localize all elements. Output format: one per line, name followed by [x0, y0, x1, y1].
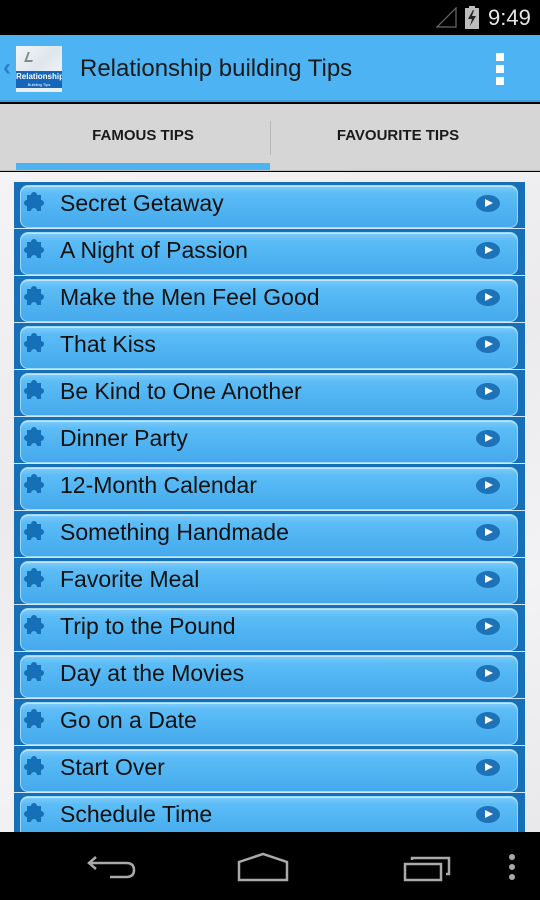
tip-list-item[interactable]: A Night of Passion	[14, 229, 525, 276]
status-bar: 9:49	[0, 0, 540, 35]
overflow-menu-icon[interactable]	[496, 53, 504, 85]
puzzle-piece-icon	[24, 568, 44, 587]
puzzle-piece-icon	[24, 286, 44, 305]
tip-title: Trip to the Pound	[60, 613, 236, 639]
tab-famous-tips[interactable]: FAMOUS TIPS	[16, 104, 270, 171]
tip-title: A Night of Passion	[60, 237, 248, 263]
puzzle-piece-icon	[24, 192, 44, 211]
tip-list-item[interactable]: Start Over	[14, 746, 525, 793]
play-arrow-icon[interactable]	[476, 759, 500, 776]
tip-title: That Kiss	[60, 331, 156, 357]
app-logo[interactable]: Relationship Building Tips	[16, 46, 62, 92]
tab-selected-indicator	[16, 163, 270, 170]
play-arrow-icon[interactable]	[476, 806, 500, 823]
menu-icon[interactable]	[505, 852, 519, 884]
tip-title: Schedule Time	[60, 801, 213, 827]
recent-apps-icon[interactable]	[402, 854, 452, 882]
tab-bar: FAMOUS TIPS FAVOURITE TIPS	[0, 104, 540, 171]
tips-list: Secret Getaway A Night of Passion Make the…	[14, 182, 525, 832]
puzzle-piece-icon	[24, 615, 44, 634]
logo-text-title: Relationship	[16, 72, 62, 81]
home-icon[interactable]	[236, 852, 290, 882]
puzzle-piece-icon	[24, 709, 44, 728]
play-arrow-icon[interactable]	[476, 571, 500, 588]
puzzle-piece-icon	[24, 662, 44, 681]
tip-title: 12-Month Calendar	[60, 472, 257, 498]
puzzle-piece-icon	[24, 427, 44, 446]
play-arrow-icon[interactable]	[476, 336, 500, 353]
puzzle-piece-icon	[24, 239, 44, 258]
puzzle-piece-icon	[24, 474, 44, 493]
puzzle-piece-icon	[24, 803, 44, 822]
tip-list-item[interactable]: Schedule Time	[14, 793, 525, 832]
clock: 9:49	[488, 5, 531, 30]
play-arrow-icon[interactable]	[476, 383, 500, 400]
play-arrow-icon[interactable]	[476, 430, 500, 447]
puzzle-piece-icon	[24, 756, 44, 775]
tip-list-item[interactable]: Favorite Meal	[14, 558, 525, 605]
tip-title: Day at the Movies	[60, 660, 245, 686]
puzzle-piece-icon	[24, 380, 44, 399]
tip-list-item[interactable]: Day at the Movies	[14, 652, 525, 699]
tip-list-item[interactable]: Make the Men Feel Good	[14, 276, 525, 323]
play-arrow-icon[interactable]	[476, 477, 500, 494]
logo-text-subtitle: Building Tips	[27, 82, 51, 87]
play-arrow-icon[interactable]	[476, 195, 500, 212]
tab-label: FAMOUS TIPS	[92, 127, 194, 144]
tip-title: Make the Men Feel Good	[60, 284, 320, 310]
tip-list-item[interactable]: Something Handmade	[14, 511, 525, 558]
tip-title: Secret Getaway	[60, 190, 224, 216]
action-bar: ‹ Relationship Building Tips Relationshi…	[0, 35, 540, 102]
logo-photo	[16, 46, 62, 71]
puzzle-piece-icon	[24, 521, 44, 540]
tip-title: Favorite Meal	[60, 566, 200, 592]
battery-charging-icon	[465, 6, 479, 29]
up-caret-icon[interactable]: ‹	[3, 55, 11, 81]
tip-title: Start Over	[60, 754, 165, 780]
tip-title: Something Handmade	[60, 519, 289, 545]
back-icon[interactable]	[86, 854, 138, 880]
play-arrow-icon[interactable]	[476, 665, 500, 682]
tips-list-container[interactable]: Secret Getaway A Night of Passion Make the…	[0, 172, 540, 832]
play-arrow-icon[interactable]	[476, 712, 500, 729]
tip-title: Dinner Party	[60, 425, 188, 451]
signal-icon	[436, 7, 457, 28]
logo-band: Relationship Building Tips	[16, 71, 62, 88]
tip-list-item[interactable]: 12-Month Calendar	[14, 464, 525, 511]
tab-label: FAVOURITE TIPS	[336, 127, 460, 144]
tip-title: Go on a Date	[60, 707, 197, 733]
tip-list-item[interactable]: Secret Getaway	[14, 182, 525, 229]
tip-title: Be Kind to One Another	[60, 378, 302, 404]
play-arrow-icon[interactable]	[476, 618, 500, 635]
tip-list-item[interactable]: That Kiss	[14, 323, 525, 370]
page-title: Relationship building Tips	[80, 55, 353, 82]
puzzle-piece-icon	[24, 333, 44, 352]
play-arrow-icon[interactable]	[476, 289, 500, 306]
tip-list-item[interactable]: Be Kind to One Another	[14, 370, 525, 417]
play-arrow-icon[interactable]	[476, 524, 500, 541]
tip-list-item[interactable]: Go on a Date	[14, 699, 525, 746]
tab-favourite-tips[interactable]: FAVOURITE TIPS	[271, 104, 525, 171]
tip-list-item[interactable]: Dinner Party	[14, 417, 525, 464]
play-arrow-icon[interactable]	[476, 242, 500, 259]
navigation-bar	[0, 832, 540, 900]
tip-list-item[interactable]: Trip to the Pound	[14, 605, 525, 652]
